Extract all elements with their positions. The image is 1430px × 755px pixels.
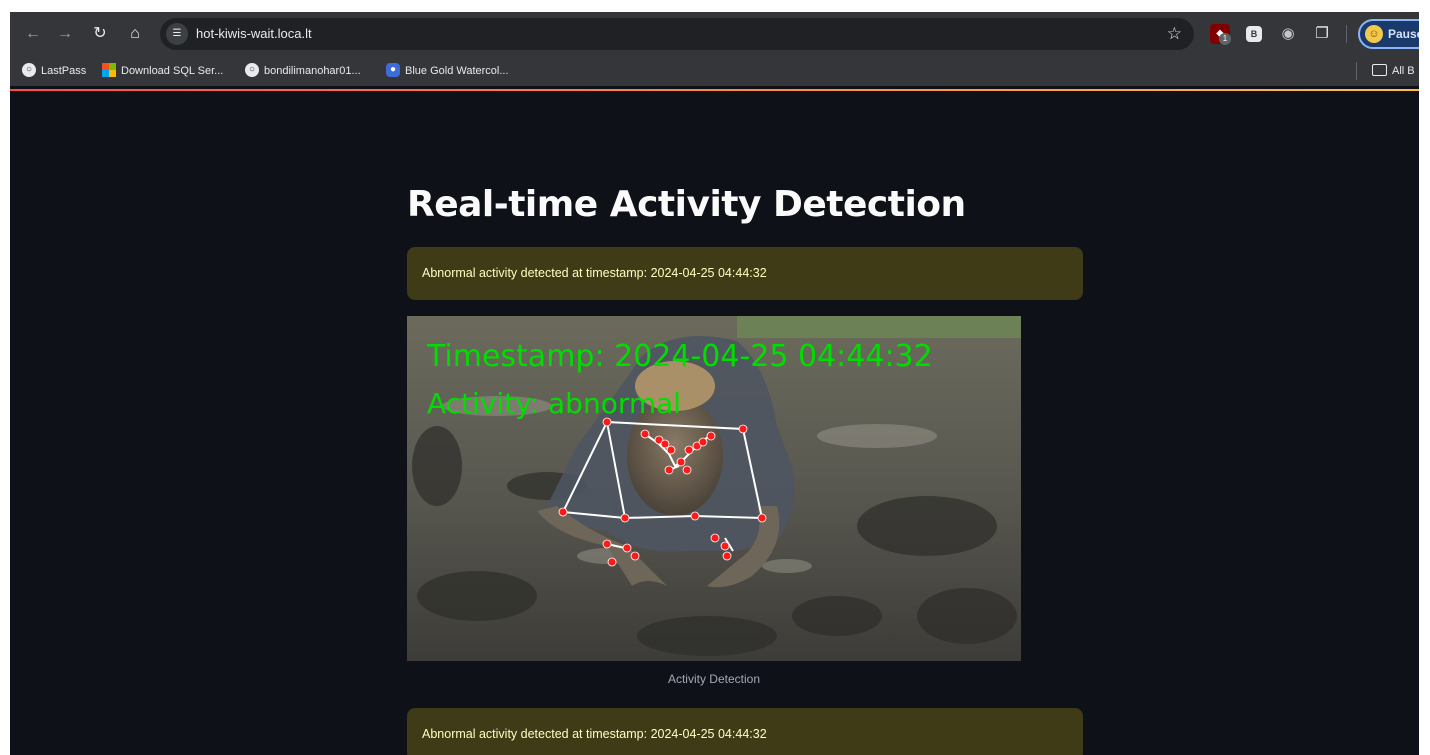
forward-arrow-icon[interactable]: → (52, 21, 78, 47)
bookmarks-divider (1356, 62, 1357, 80)
overlay-timestamp: Timestamp: 2024-04-25 04:44:32 (426, 339, 933, 374)
microsoft-icon (102, 63, 116, 78)
ublock-extension-icon[interactable]: ◆ 1 (1210, 24, 1231, 45)
detection-frame-image: Timestamp: 2024-04-25 04:44:32 Activity:… (407, 316, 1021, 661)
url-text[interactable]: hot-kiwis-wait.loca.lt (196, 18, 312, 50)
back-arrow-icon[interactable]: ← (20, 21, 46, 47)
address-bar[interactable]: ☰ hot-kiwis-wait.loca.lt ☆ (160, 18, 1194, 50)
globe-icon: ○ (245, 63, 259, 78)
copilot-extension-icon[interactable]: ◉ (1278, 24, 1298, 44)
site-info-icon[interactable]: ☰ (166, 23, 188, 45)
toolbar-divider (1346, 25, 1347, 43)
overlay-activity: Activity: abnormal (427, 387, 681, 420)
bookmark-label: Download SQL Ser... (121, 65, 224, 77)
browser-window: ← → ↻ ⌂ ☰ hot-kiwis-wait.loca.lt ☆ ◆ 1 B… (10, 12, 1419, 755)
globe-icon: ○ (22, 63, 36, 78)
bookmark-download-sql[interactable]: Download SQL Ser... (102, 56, 223, 86)
reload-icon[interactable]: ↻ (87, 21, 113, 47)
page-title: Real-time Activity Detection (407, 184, 966, 225)
profile-label: Pause (1388, 27, 1419, 41)
app-header-accent (10, 89, 1419, 91)
warning-alert: Abnormal activity detected at timestamp:… (407, 247, 1083, 300)
home-icon[interactable]: ⌂ (122, 21, 148, 47)
bookmark-label: Blue Gold Watercol... (405, 65, 509, 77)
bookmarks-bar: ○ LastPass Download SQL Ser... ○ bondilima… (10, 56, 1419, 86)
grass-strip (737, 316, 1021, 338)
bookmark-label: bondilimanohar01... (264, 65, 361, 77)
bookmark-bondilimanohar[interactable]: ○ bondilimanohar01... (245, 56, 361, 86)
folder-icon (1372, 64, 1387, 77)
all-bookmarks-label: All B (1392, 65, 1415, 77)
bookmark-lastpass[interactable]: ○ LastPass (22, 56, 86, 86)
extensions-puzzle-icon[interactable]: ❐ (1312, 24, 1332, 44)
all-bookmarks-button[interactable]: All B (1372, 56, 1415, 86)
browser-toolbar: ← → ↻ ⌂ ☰ hot-kiwis-wait.loca.lt ☆ ◆ 1 B… (10, 12, 1419, 56)
palette-icon: ● (386, 63, 400, 78)
bookmark-label: LastPass (41, 65, 87, 77)
ublock-badge: 1 (1219, 33, 1231, 45)
profile-button[interactable]: ☺ Pause (1358, 19, 1419, 49)
b-extension-icon[interactable]: B (1246, 26, 1262, 42)
warning-alert: Abnormal activity detected at timestamp:… (407, 708, 1083, 755)
image-caption: Activity Detection (667, 672, 761, 686)
bookmark-star-icon[interactable]: ☆ (1167, 18, 1182, 50)
avatar: ☺ (1365, 25, 1383, 43)
bookmark-blue-gold[interactable]: ● Blue Gold Watercol... (386, 56, 509, 86)
